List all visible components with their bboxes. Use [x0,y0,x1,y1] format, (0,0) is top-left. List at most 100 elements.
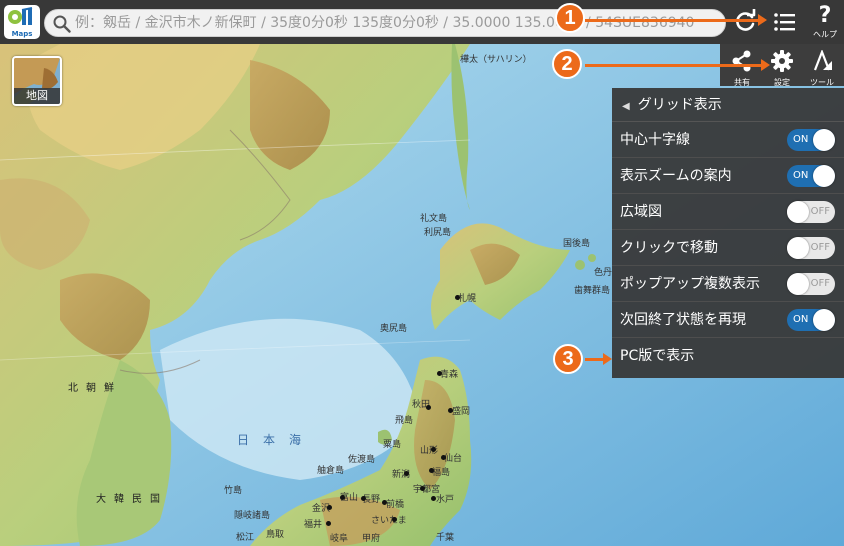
toggle-knob [787,201,809,223]
ruler-compass-icon [813,48,832,71]
menu-item-label: 中心十字線 [620,132,690,148]
toggle-knob [787,237,809,259]
menu-item-label: 次回終了状態を再現 [620,312,746,328]
city-dot [431,496,436,501]
toggle-knob [813,129,835,151]
map-label-saitama: さいたま [371,516,407,526]
panel-header[interactable]: ◀ グリッド表示 [612,88,844,122]
toggle-switch[interactable]: OFF [787,273,835,295]
help-label: ヘルプ [813,30,837,39]
help-icon: ? [818,3,832,28]
menu-item-click-to-move[interactable]: クリックで移動 OFF [612,230,844,266]
callout-arrow-2 [585,64,763,67]
map-label-south-korea: 大韓民国 [96,494,168,505]
map-label-utsunomiya: 宇都宮 [413,485,441,495]
refresh-icon [736,9,756,31]
search-input[interactable] [75,10,725,36]
city-dot [441,455,446,460]
map-label-tobishima: 飛島 [395,416,414,426]
grid-display-panel: ◀ グリッド表示 中心十字線 ON 表示ズームの案内 ON 広域図 OFF クリッ… [612,88,844,378]
menu-item-label: ポップアップ複数表示 [620,276,760,292]
refresh-button[interactable] [730,4,760,40]
maps-logo-icon [8,7,33,25]
menu-item-overview-map[interactable]: 広域図 OFF [612,194,844,230]
toggle-state: OFF [810,278,830,289]
callout-arrowhead-2 [761,59,770,71]
map-label-rishiri: 利尻島 [424,228,452,238]
map-label-gifu: 岐阜 [330,534,349,544]
menu-button[interactable] [768,4,802,40]
city-dot [326,521,331,526]
share-icon [732,50,751,72]
layer-switch-button[interactable]: 地図 [12,56,62,106]
app-logo[interactable]: Maps [4,5,40,39]
toggle-knob [813,309,835,331]
toggle-switch[interactable]: OFF [787,201,835,223]
map-label-habomai: 歯舞群島 [574,286,611,296]
toggle-knob [787,273,809,295]
callout-badge-3: 3 [553,344,583,374]
map-label-chiba: 千葉 [436,533,455,543]
city-dot [426,405,431,410]
top-bar: Maps ? ヘルプ [0,0,844,44]
map-label-awashima: 粟島 [383,440,402,450]
menu-item-pc-version[interactable]: PC版で表示 [612,338,844,374]
map-label-shikotan: 色丹 [594,268,613,278]
map-label-kunashiri: 国後島 [563,239,591,249]
menu-item-restore-state[interactable]: 次回終了状態を再現 ON [612,302,844,338]
map-label-fukushima: 福島 [432,468,451,478]
callout-arrow-1 [585,19,760,22]
map-label-oki: 隠岐諸島 [234,511,271,521]
back-chevron-icon: ◀ [622,101,630,112]
city-dot [437,371,442,376]
map-label-hekurajima: 舳倉島 [317,466,345,476]
menu-item-label: PC版で表示 [620,348,695,364]
map-label-sea-of-japan: 日本海 [237,433,316,447]
layer-label: 地図 [14,88,60,104]
callout-arrow-3 [585,358,605,361]
city-dot [429,468,434,473]
search-box[interactable] [44,9,726,37]
toggle-switch[interactable]: ON [787,309,835,331]
tools-button[interactable]: ツール [802,46,842,87]
callout-arrowhead-3 [603,353,612,365]
menu-item-label: 表示ズームの案内 [620,168,732,184]
map-label-takeshima: 竹島 [224,486,243,496]
tools-label: ツール [810,78,834,87]
city-dot [404,471,409,476]
toggle-knob [813,165,835,187]
city-dot [431,447,436,452]
city-dot [382,500,387,505]
city-dot [420,486,425,491]
menu-item-zoom-guide[interactable]: 表示ズームの案内 ON [612,158,844,194]
panel-title: グリッド表示 [637,97,722,113]
help-button[interactable]: ? ヘルプ [806,4,844,40]
menu-item-label: 広域図 [620,204,662,220]
city-dot [392,517,397,522]
gear-icon [771,50,793,72]
city-dot [340,495,345,500]
city-dot [361,496,366,501]
toggle-switch[interactable]: OFF [787,237,835,259]
search-icon[interactable] [53,15,71,33]
map-label-rebun: 礼文島 [420,214,448,224]
toggle-switch[interactable]: ON [787,129,835,151]
map-label-okushiri: 奥尻島 [380,324,408,334]
toggle-state: ON [793,170,809,181]
menu-item-multiple-popups[interactable]: ポップアップ複数表示 OFF [612,266,844,302]
map-label-sapporo: 札幌 [458,294,477,304]
map-label-maebashi: 前橋 [386,500,405,510]
city-dot [455,295,460,300]
toggle-state: ON [793,134,809,145]
map-label-sadoga: 佐渡島 [348,455,376,465]
menu-item-center-crosshair[interactable]: 中心十字線 ON [612,122,844,158]
menu-item-label: クリックで移動 [620,240,718,256]
toggle-state: OFF [810,242,830,253]
map-label-sendai: 仙台 [444,454,463,464]
map-label-north-korea: 北朝鮮 [68,383,122,394]
map-label-morioka: 盛岡 [452,407,471,417]
toggle-state: ON [793,314,809,325]
map-label-tottori: 鳥取 [266,530,285,540]
toggle-switch[interactable]: ON [787,165,835,187]
city-dot [448,408,453,413]
